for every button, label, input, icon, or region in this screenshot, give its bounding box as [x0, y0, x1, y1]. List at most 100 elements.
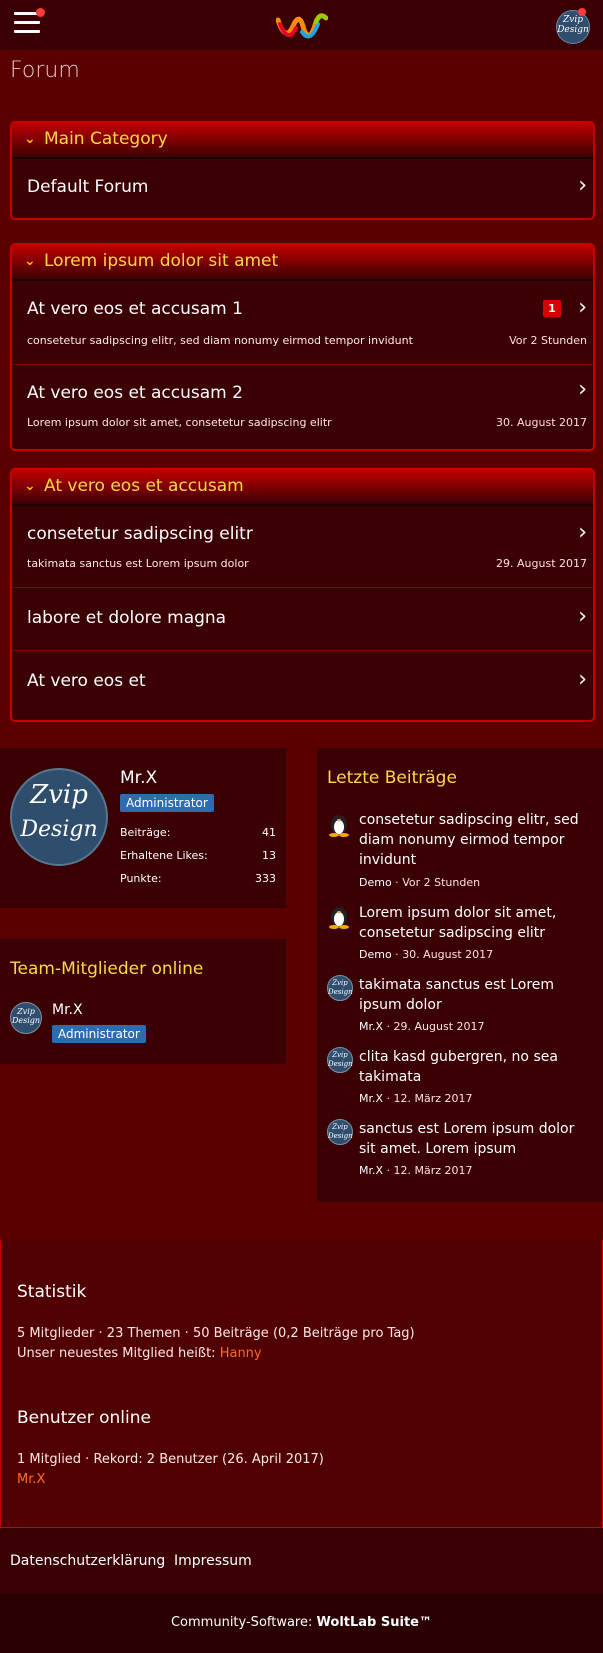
post-title[interactable]: sanctus est Lorem ipsum dolor sit amet. … [359, 1119, 589, 1159]
category-header[interactable]: ⌄ Main Category [12, 123, 593, 159]
board-name[interactable]: At vero eos et [27, 671, 146, 691]
tux-icon[interactable] [327, 811, 351, 837]
post-time[interactable]: 12. März 2017 [394, 1092, 473, 1105]
post-meta: Mr.X · 29. August 2017 [359, 1020, 485, 1033]
copyright-brand-link[interactable]: WoltLab Suite™ [317, 1615, 432, 1630]
chevron-right-icon[interactable]: › [578, 175, 587, 197]
member-avatar[interactable]: Zvip Design [327, 1119, 353, 1145]
last-post-time[interactable]: 30. August 2017 [496, 416, 587, 429]
category-box: ⌄ At vero eos et accusam consetetur sadi… [10, 468, 595, 722]
online-member-link[interactable]: Mr.X [17, 1470, 45, 1490]
statistics-title: Statistik [17, 1282, 87, 1302]
copyright-line: Community-Software: WoltLab Suite™ [0, 1615, 603, 1630]
board-name[interactable]: Default Forum [27, 177, 148, 197]
board-description: takimata sanctus est Lorem ipsum dolor [27, 557, 249, 570]
board-row[interactable]: Default Forum › [12, 159, 593, 218]
team-online-panel: Team-Mitglieder online Zvip Design Mr.X … [0, 939, 286, 1064]
profile-avatar[interactable]: Zvip Design [10, 768, 108, 866]
rank-badge: Administrator [120, 794, 214, 812]
stat-value[interactable]: 41 [262, 826, 276, 839]
chevron-right-icon[interactable]: › [578, 379, 587, 401]
post-author[interactable]: Mr.X [359, 1164, 383, 1177]
newest-member-link[interactable]: Hanny [220, 1346, 262, 1361]
last-post-time[interactable]: Vor 2 Stunden [509, 334, 587, 347]
board-row[interactable]: At vero eos et accusam 2 Lorem ipsum dol… [12, 365, 593, 448]
post-author[interactable]: Demo [359, 948, 392, 961]
user-avatar[interactable]: Zvip Design [556, 10, 590, 44]
category-header[interactable]: ⌄ Lorem ipsum dolor sit amet [12, 245, 593, 281]
stat-value[interactable]: 13 [262, 849, 276, 862]
post-time[interactable]: 12. März 2017 [394, 1164, 473, 1177]
post-meta: Mr.X · 12. März 2017 [359, 1164, 473, 1177]
post-title[interactable]: Lorem ipsum dolor sit amet, consetetur s… [359, 903, 589, 943]
board-row[interactable]: At vero eos et › [12, 651, 593, 713]
category-header[interactable]: ⌄ At vero eos et accusam [12, 470, 593, 506]
category-title: Lorem ipsum dolor sit amet [44, 251, 279, 271]
notification-dot-icon [578, 8, 586, 16]
chevron-right-icon[interactable]: › [578, 606, 587, 628]
avatar-text: Design [11, 1016, 41, 1025]
chevron-down-icon: ⌄ [24, 131, 36, 147]
stat-label: Erhaltene Likes: [120, 849, 208, 862]
chevron-down-icon: ⌄ [24, 478, 36, 494]
avatar-text: Zvip [563, 15, 583, 25]
chevron-right-icon[interactable]: › [578, 297, 587, 319]
member-avatar[interactable]: Zvip Design [327, 975, 353, 1001]
users-online-summary: 1 Mitglied · Rekord: 2 Benutzer (26. Apr… [17, 1452, 324, 1467]
post-meta: Demo · Vor 2 Stunden [359, 876, 481, 889]
tux-icon[interactable] [327, 903, 351, 929]
post-title[interactable]: clita kasd gubergren, no sea takimata [359, 1047, 589, 1087]
imprint-link[interactable]: Impressum [174, 1553, 252, 1569]
profile-stat: Erhaltene Likes: 13 [120, 849, 276, 862]
site-logo[interactable] [276, 10, 328, 40]
profile-stat: Punkte: 333 [120, 872, 276, 885]
board-name[interactable]: consetetur sadipscing elitr [27, 524, 253, 544]
member-name[interactable]: Mr.X [52, 1002, 83, 1018]
statistics-box: Statistik 5 Mitglieder · 23 Themen · 50 … [0, 1240, 603, 1528]
newest-member-label: Unser neuestes Mitglied heißt: [17, 1346, 216, 1361]
board-row[interactable]: consetetur sadipscing elitr takimata san… [12, 506, 593, 588]
post-time[interactable]: 29. August 2017 [394, 1020, 485, 1033]
last-post-time[interactable]: 29. August 2017 [496, 557, 587, 570]
post-author[interactable]: Demo [359, 876, 392, 889]
category-title: At vero eos et accusam [44, 476, 244, 496]
member-avatar[interactable]: Zvip Design [327, 1047, 353, 1073]
post-author[interactable]: Mr.X [359, 1020, 383, 1033]
member-avatar[interactable]: Zvip Design [10, 1002, 42, 1034]
post-title[interactable]: consetetur sadipscing elitr, sed diam no… [359, 810, 589, 870]
category-box: ⌄ Main Category Default Forum › [10, 121, 595, 220]
chevron-right-icon[interactable]: › [578, 669, 587, 691]
rank-badge: Administrator [52, 1025, 146, 1043]
profile-username[interactable]: Mr.X [120, 768, 157, 788]
post-author[interactable]: Mr.X [359, 1092, 383, 1105]
newest-member-line: Unser neuestes Mitglied heißt: Hanny [17, 1344, 262, 1364]
post-meta: Demo · 30. August 2017 [359, 948, 494, 961]
board-description: Lorem ipsum dolor sit amet, consetetur s… [27, 416, 332, 429]
board-row[interactable]: At vero eos et accusam 1 consetetur sadi… [12, 281, 593, 365]
privacy-link[interactable]: Datenschutzerklärung [10, 1553, 165, 1569]
notification-dot-icon [36, 8, 45, 17]
menu-icon[interactable] [14, 12, 40, 36]
users-online-title: Benutzer online [17, 1408, 151, 1428]
post-meta: Mr.X · 12. März 2017 [359, 1092, 473, 1105]
footer-copyright: Community-Software: WoltLab Suite™ [0, 1593, 603, 1653]
unread-badge: 1 [543, 300, 561, 317]
footer-links: Datenschutzerklärung Impressum [0, 1528, 603, 1593]
post-time[interactable]: 30. August 2017 [402, 948, 493, 961]
chevron-down-icon: ⌄ [24, 253, 36, 269]
recent-posts-panel: Letzte Beiträge consetetur sadipscing el… [317, 748, 603, 1202]
profile-stat: Beiträge: 41 [120, 826, 276, 839]
board-name[interactable]: At vero eos et accusam 1 [27, 299, 243, 319]
post-title[interactable]: takimata sanctus est Lorem ipsum dolor [359, 975, 589, 1015]
user-profile-panel: Zvip Design Mr.X Administrator Beiträge:… [0, 748, 286, 908]
section-title: Letzte Beiträge [327, 768, 457, 788]
board-name[interactable]: labore et dolore magna [27, 608, 226, 628]
post-time[interactable]: Vor 2 Stunden [402, 876, 480, 889]
board-row[interactable]: labore et dolore magna › [12, 588, 593, 651]
category-box: ⌄ Lorem ipsum dolor sit amet At vero eos… [10, 243, 595, 451]
page-title: Forum [10, 58, 80, 83]
top-navigation-bar: Zvip Design [0, 0, 603, 50]
stat-value[interactable]: 333 [255, 872, 276, 885]
chevron-right-icon[interactable]: › [578, 522, 587, 544]
board-name[interactable]: At vero eos et accusam 2 [27, 383, 243, 403]
